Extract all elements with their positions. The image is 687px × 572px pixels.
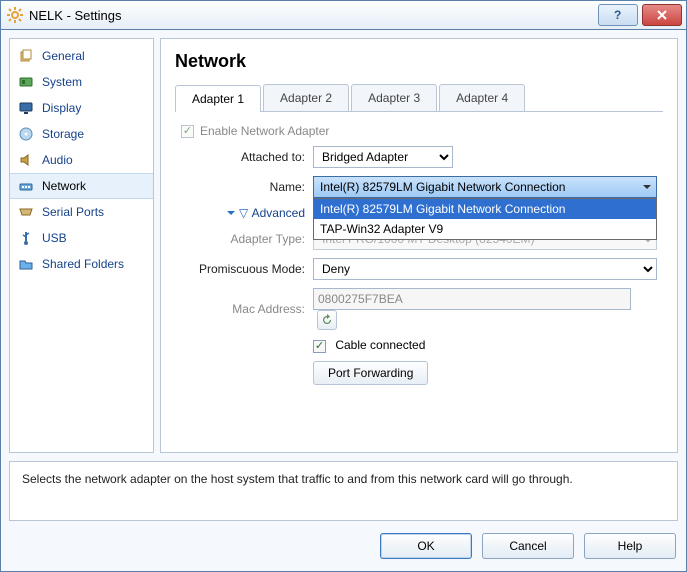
cable-connected-checkbox[interactable] [313, 340, 326, 353]
sidebar-label: USB [42, 231, 67, 245]
name-option-1[interactable]: TAP-Win32 Adapter V9 [314, 219, 656, 239]
sidebar-item-display[interactable]: Display [10, 95, 153, 121]
sidebar-item-serial-ports[interactable]: Serial Ports [10, 199, 153, 225]
sidebar-label: Display [42, 101, 81, 115]
page-title: Network [175, 51, 663, 72]
sidebar-label: Serial Ports [42, 205, 104, 219]
sidebar-item-usb[interactable]: USB [10, 225, 153, 251]
attached-to-label: Attached to: [181, 150, 313, 164]
titlebar-close-button[interactable] [642, 4, 682, 26]
app-gear-icon [7, 7, 23, 23]
audio-icon [18, 152, 34, 168]
name-select[interactable]: Intel(R) 82579LM Gigabit Network Connect… [313, 176, 657, 198]
mac-address-label: Mac Address: [181, 302, 313, 316]
network-icon [18, 178, 34, 194]
sidebar-label: Shared Folders [42, 257, 124, 271]
sidebar-label: Storage [42, 127, 84, 141]
titlebar-help-button[interactable]: ? [598, 4, 638, 26]
adapter-type-label: Adapter Type: [181, 232, 313, 246]
main-panel: Network Adapter 1 Adapter 2 Adapter 3 Ad… [160, 38, 678, 453]
sidebar-label: System [42, 75, 82, 89]
settings-sidebar: General System Display Storage Audio [9, 38, 154, 453]
shared-folders-icon [18, 256, 34, 272]
sidebar-item-system[interactable]: System [10, 69, 153, 95]
serial-ports-icon [18, 204, 34, 220]
cable-connected-label: Cable connected [335, 338, 425, 352]
sidebar-item-shared-folders[interactable]: Shared Folders [10, 251, 153, 277]
name-label: Name: [181, 180, 313, 194]
sidebar-label: Network [42, 179, 86, 193]
tab-adapter-4[interactable]: Adapter 4 [439, 84, 525, 111]
description-box: Selects the network adapter on the host … [9, 461, 678, 521]
svg-text:?: ? [614, 9, 621, 21]
promiscuous-mode-select[interactable]: Deny [313, 258, 657, 280]
titlebar: NELK - Settings ? [0, 0, 687, 30]
sidebar-item-network[interactable]: Network [10, 173, 153, 199]
advanced-toggle[interactable]: ▽ Advanced [227, 206, 305, 220]
refresh-icon [321, 314, 333, 326]
tab-adapter-2[interactable]: Adapter 2 [263, 84, 349, 111]
enable-network-checkbox [181, 125, 194, 138]
storage-icon [18, 126, 34, 142]
name-dropdown-list: Intel(R) 82579LM Gigabit Network Connect… [313, 198, 657, 240]
advanced-toggle-cell: ▽ Advanced [181, 206, 313, 220]
attached-to-select[interactable]: Bridged Adapter [313, 146, 453, 168]
cancel-button[interactable]: Cancel [482, 533, 574, 559]
sidebar-label: General [42, 49, 85, 63]
help-button[interactable]: Help [584, 533, 676, 559]
sidebar-label: Audio [42, 153, 73, 167]
port-forwarding-button[interactable]: Port Forwarding [313, 361, 428, 385]
system-icon [18, 74, 34, 90]
usb-icon [18, 230, 34, 246]
name-option-0[interactable]: Intel(R) 82579LM Gigabit Network Connect… [314, 199, 656, 219]
general-icon [18, 48, 34, 64]
name-select-value: Intel(R) 82579LM Gigabit Network Connect… [320, 180, 565, 194]
ok-button[interactable]: OK [380, 533, 472, 559]
adapter-tabs: Adapter 1 Adapter 2 Adapter 3 Adapter 4 [175, 84, 663, 112]
window-title: NELK - Settings [29, 8, 598, 23]
tab-adapter-3[interactable]: Adapter 3 [351, 84, 437, 111]
display-icon [18, 100, 34, 116]
promiscuous-mode-label: Promiscuous Mode: [181, 262, 313, 276]
sidebar-item-general[interactable]: General [10, 43, 153, 69]
mac-refresh-button[interactable] [317, 310, 337, 330]
sidebar-item-audio[interactable]: Audio [10, 147, 153, 173]
dialog-button-bar: OK Cancel Help [9, 529, 678, 563]
mac-address-input [313, 288, 631, 310]
tab-adapter-1[interactable]: Adapter 1 [175, 85, 261, 112]
enable-network-label: Enable Network Adapter [200, 124, 329, 138]
sidebar-item-storage[interactable]: Storage [10, 121, 153, 147]
